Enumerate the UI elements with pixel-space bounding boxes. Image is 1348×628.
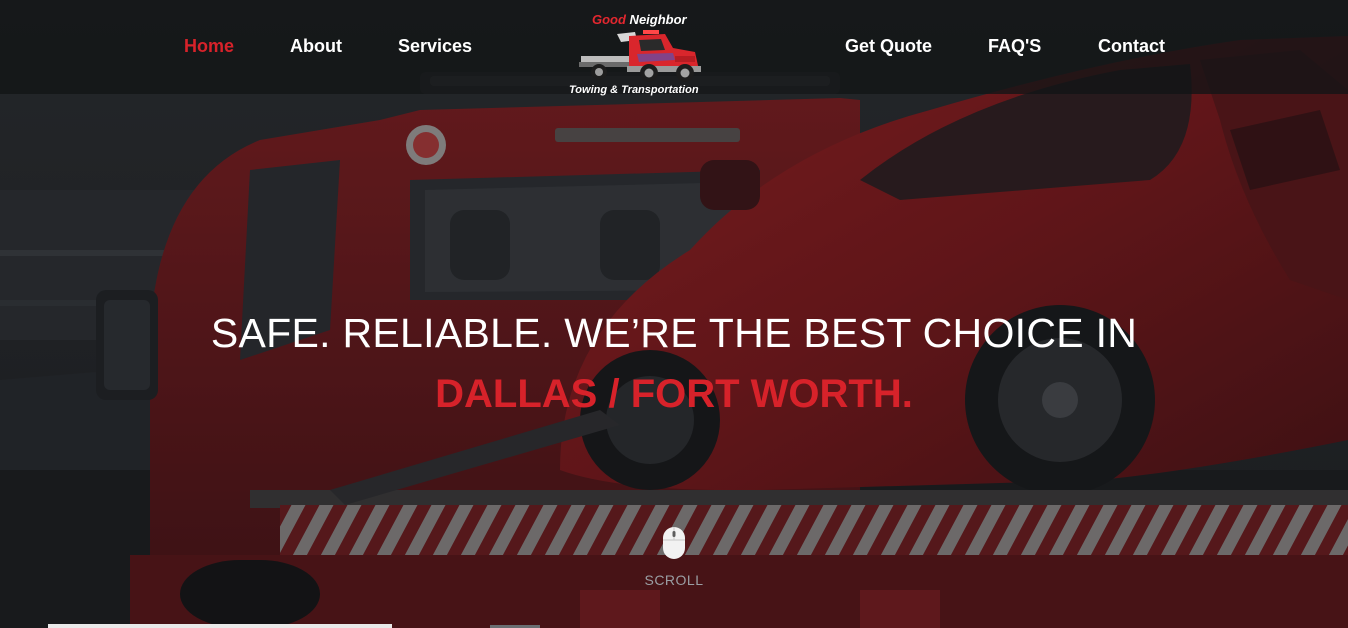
tow-truck-icon	[579, 30, 701, 82]
nav-home-link[interactable]: Home	[184, 36, 234, 57]
logo-wordmark: Good Neighbor	[592, 12, 687, 27]
next-section-edge	[48, 624, 392, 628]
scroll-indicator[interactable]: SCROLL	[624, 526, 724, 596]
nav-services-link[interactable]: Services	[398, 36, 472, 57]
site-logo[interactable]: Good Neighbor Towing & Transportation	[565, 8, 730, 100]
hero-section: Home About Services Good Neighbor Towing…	[0, 0, 1348, 628]
nav-about-link[interactable]: About	[290, 36, 342, 57]
logo-tagline: Towing & Transportation	[569, 84, 699, 96]
nav-contact-link[interactable]: Contact	[1098, 36, 1165, 57]
logo-word-neighbor: Neighbor	[625, 12, 687, 27]
nav-faq-link[interactable]: FAQ'S	[988, 36, 1041, 57]
nav-get-quote-link[interactable]: Get Quote	[845, 36, 932, 57]
hero-headline: SAFE. RELIABLE. WE’RE THE BEST CHOICE IN	[210, 310, 1138, 356]
hero-location-accent: DALLAS / FORT WORTH.	[435, 372, 913, 416]
main-navigation: Home About Services Good Neighbor Towing…	[0, 0, 1348, 96]
mouse-icon	[663, 527, 685, 559]
logo-word-good: Good	[592, 12, 626, 27]
scroll-label: SCROLL	[644, 572, 704, 588]
